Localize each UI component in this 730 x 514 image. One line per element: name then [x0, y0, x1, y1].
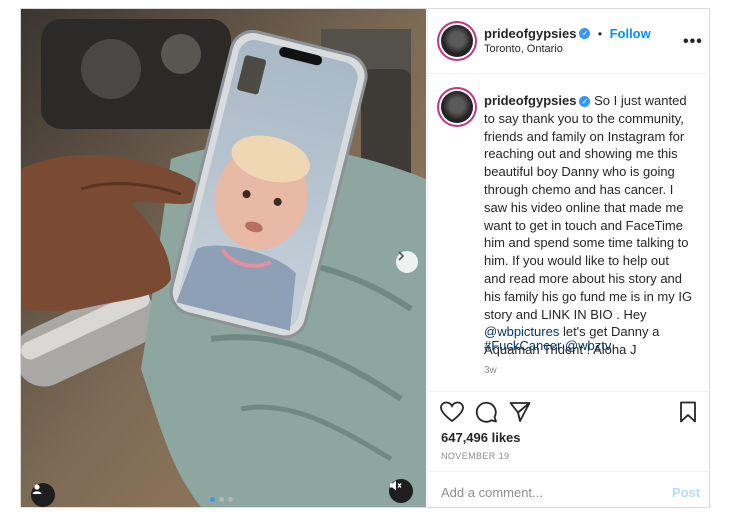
- comment-divider: [428, 471, 710, 472]
- caption-text: prideofgypsies ✓ So I just wanted to say …: [484, 92, 694, 359]
- user-tag-icon: [32, 484, 42, 494]
- bookmark-icon[interactable]: [679, 401, 697, 423]
- post-date: NOVEMBER 19: [441, 451, 510, 461]
- follow-button[interactable]: Follow: [610, 26, 651, 41]
- caption-body: So I just wanted to say thank you to the…: [484, 93, 693, 322]
- verified-icon: ✓: [579, 28, 591, 40]
- caption-avatar[interactable]: [441, 91, 473, 123]
- hashtag-links[interactable]: #FuckCancer @wbztv: [484, 338, 611, 353]
- verified-icon: ✓: [579, 96, 591, 108]
- post-sidebar: prideofgypsies ✓ • Follow Toronto, Ontari…: [427, 9, 710, 507]
- actions-divider: [428, 391, 710, 392]
- post-dialog: prideofgypsies ✓ • Follow Toronto, Ontari…: [20, 8, 710, 508]
- post-photo: [21, 9, 426, 507]
- username-link[interactable]: prideofgypsies: [484, 26, 576, 41]
- mute-button[interactable]: [389, 479, 413, 503]
- header-user-line: prideofgypsies ✓ • Follow: [484, 25, 651, 43]
- more-options-button[interactable]: •••: [683, 33, 703, 51]
- carousel-dot: [219, 497, 224, 502]
- heart-icon[interactable]: [440, 401, 464, 423]
- comment-icon[interactable]: [475, 401, 497, 423]
- caption-username-link[interactable]: prideofgypsies: [484, 93, 576, 108]
- separator-dot: •: [597, 27, 603, 41]
- carousel-dot: [228, 497, 233, 502]
- avatar[interactable]: [441, 25, 473, 57]
- carousel-indicators: [210, 497, 233, 502]
- comment-input[interactable]: Add a comment...: [441, 485, 543, 500]
- next-image-button[interactable]: [396, 251, 418, 273]
- share-icon[interactable]: [509, 401, 531, 423]
- post-header: prideofgypsies ✓ • Follow Toronto, Ontari…: [428, 9, 710, 74]
- caption-age: 3w: [484, 365, 497, 376]
- post-comment-button[interactable]: Post: [672, 485, 700, 500]
- carousel-dot: [210, 497, 215, 502]
- chevron-right-icon: [398, 251, 405, 261]
- post-media[interactable]: [21, 9, 426, 507]
- like-count[interactable]: 647,496 likes: [441, 430, 521, 445]
- user-tag-button[interactable]: [31, 483, 55, 507]
- location-link[interactable]: Toronto, Ontario: [484, 43, 563, 55]
- mute-icon: [390, 480, 402, 491]
